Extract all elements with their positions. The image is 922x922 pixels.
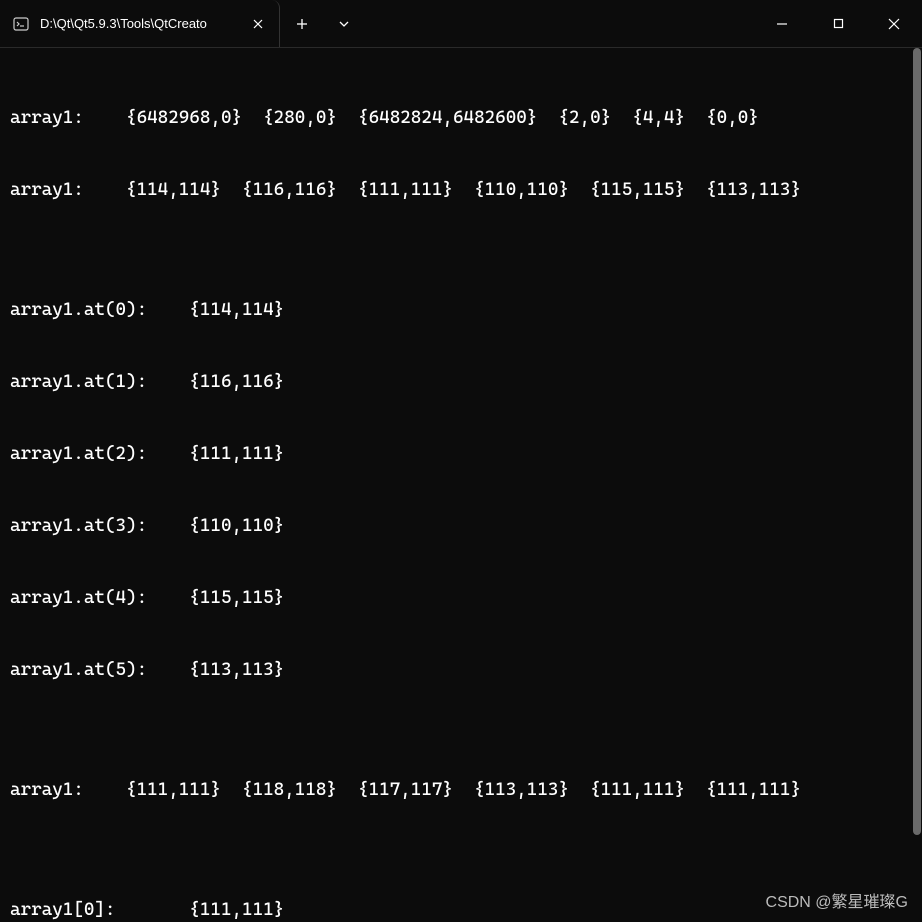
scrollbar-thumb[interactable] [913, 48, 921, 835]
maximize-button[interactable] [810, 0, 866, 47]
window-controls [754, 0, 922, 47]
output-line: array1.at(0): {114,114} [10, 298, 912, 322]
titlebar: D:\Qt\Qt5.9.3\Tools\QtCreato [0, 0, 922, 48]
tab-title: D:\Qt\Qt5.9.3\Tools\QtCreato [40, 16, 240, 31]
tab-dropdown-button[interactable] [324, 0, 364, 47]
active-tab[interactable]: D:\Qt\Qt5.9.3\Tools\QtCreato [0, 0, 280, 47]
output-line: array1: {6482968,0} {280,0} {6482824,648… [10, 106, 912, 130]
scrollbar[interactable] [912, 48, 922, 922]
output-line: array1.at(1): {116,116} [10, 370, 912, 394]
minimize-button[interactable] [754, 0, 810, 47]
new-tab-button[interactable] [280, 0, 324, 47]
tab-close-button[interactable] [250, 16, 266, 32]
output-line: array1.at(3): {110,110} [10, 514, 912, 538]
output-line: array1.at(4): {115,115} [10, 586, 912, 610]
output-line: array1.at(2): {111,111} [10, 442, 912, 466]
close-button[interactable] [866, 0, 922, 47]
watermark: CSDN @繁星璀璨G [766, 888, 908, 912]
terminal-output[interactable]: array1: {6482968,0} {280,0} {6482824,648… [0, 48, 922, 922]
terminal-icon [12, 15, 30, 33]
output-line: array1: {111,111} {118,118} {117,117} {1… [10, 778, 912, 802]
output-line: array1: {114,114} {116,116} {111,111} {1… [10, 178, 912, 202]
output-line: array1.at(5): {113,113} [10, 658, 912, 682]
